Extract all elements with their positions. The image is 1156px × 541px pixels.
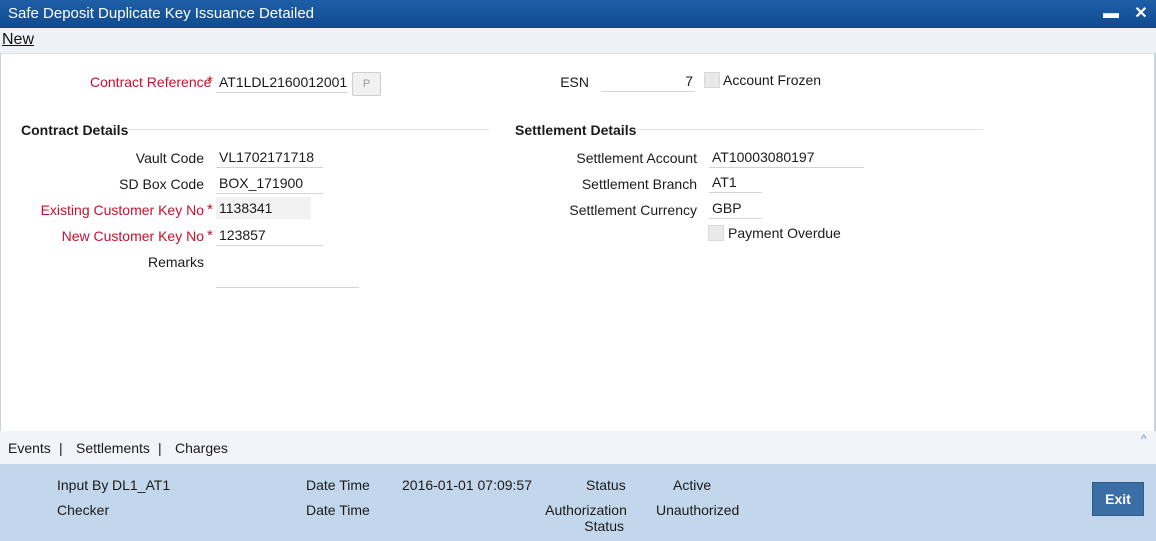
settlement-details-heading: Settlement Details	[515, 122, 637, 138]
esn-label: ESN	[560, 74, 589, 90]
settlement-currency-field[interactable]: GBP	[709, 197, 762, 219]
input-by-label: Input By	[57, 477, 109, 493]
tab-charges[interactable]: Charges	[175, 440, 228, 456]
tab-separator: |	[158, 440, 162, 456]
tab-separator: |	[59, 440, 63, 456]
date-time-label: Date Time	[306, 477, 370, 493]
esn-field[interactable]: 7	[601, 70, 695, 92]
subscreen-tab-strip: Events | Settlements | Charges	[0, 431, 1156, 464]
remarks-field[interactable]	[216, 250, 359, 288]
checker-label: Checker	[57, 502, 110, 518]
new-menu-link[interactable]: New	[2, 31, 34, 49]
contract-details-heading: Contract Details	[21, 122, 129, 138]
contract-reference-label: Contract Reference	[90, 74, 212, 90]
sd-box-code-label: SD Box Code	[119, 176, 204, 192]
window-title-bar: Safe Deposit Duplicate Key Issuance Deta…	[0, 0, 1156, 28]
contract-details-divider	[126, 129, 489, 130]
new-customer-key-label: New Customer Key No	[61, 228, 204, 244]
new-customer-key-field[interactable]: 123857	[216, 224, 323, 246]
account-frozen-label: Account Frozen	[723, 72, 822, 88]
contract-reference-field[interactable]: AT1LDL2160012001	[216, 71, 348, 93]
vault-code-field[interactable]: VL1702171718	[216, 146, 323, 168]
existing-customer-key-field: 1138341	[216, 197, 311, 219]
date-time-value: 2016-01-01 07:09:57	[402, 477, 532, 493]
authorization-status-label-line1: Authorization	[545, 502, 627, 518]
exit-button[interactable]: Exit	[1092, 482, 1144, 516]
settlement-branch-label: Settlement Branch	[581, 176, 697, 192]
settlement-details-divider	[636, 129, 983, 130]
authorization-status-value: Unauthorized	[656, 502, 740, 518]
collapse-chevron-icon[interactable]: ^	[1141, 432, 1147, 446]
sd-box-code-field[interactable]: BOX_171900	[216, 172, 323, 194]
authorization-status-label-line2: Status	[584, 518, 624, 534]
settlement-account-field[interactable]: AT10003080197	[709, 146, 864, 168]
settlement-account-label: Settlement Account	[576, 150, 697, 166]
window-title: Safe Deposit Duplicate Key Issuance Deta…	[8, 5, 315, 22]
close-icon[interactable]: ✕	[1130, 0, 1152, 28]
status-label: Status	[586, 477, 626, 493]
tab-settlements[interactable]: Settlements	[76, 440, 150, 456]
tab-events[interactable]: Events	[8, 440, 51, 456]
payment-overdue-checkbox[interactable]	[708, 225, 724, 241]
settlement-branch-field[interactable]: AT1	[709, 171, 762, 193]
settlement-currency-label: Settlement Currency	[569, 202, 697, 218]
required-marker: *	[207, 73, 213, 90]
checker-date-time-label: Date Time	[306, 502, 370, 518]
input-by-value: DL1_AT1	[112, 477, 171, 493]
account-frozen-checkbox[interactable]	[704, 72, 720, 88]
frame-border-left	[0, 53, 1, 431]
status-value: Active	[673, 477, 712, 493]
vault-code-label: Vault Code	[135, 150, 204, 166]
menu-bar: New	[0, 28, 1156, 54]
required-marker: *	[207, 201, 213, 218]
existing-customer-key-label: Existing Customer Key No	[40, 202, 204, 218]
remarks-label: Remarks	[147, 254, 204, 270]
payment-overdue-label: Payment Overdue	[728, 225, 841, 241]
p-button[interactable]: P	[352, 72, 381, 96]
required-marker: *	[207, 227, 213, 244]
minimize-icon[interactable]: ▬	[1100, 0, 1122, 28]
